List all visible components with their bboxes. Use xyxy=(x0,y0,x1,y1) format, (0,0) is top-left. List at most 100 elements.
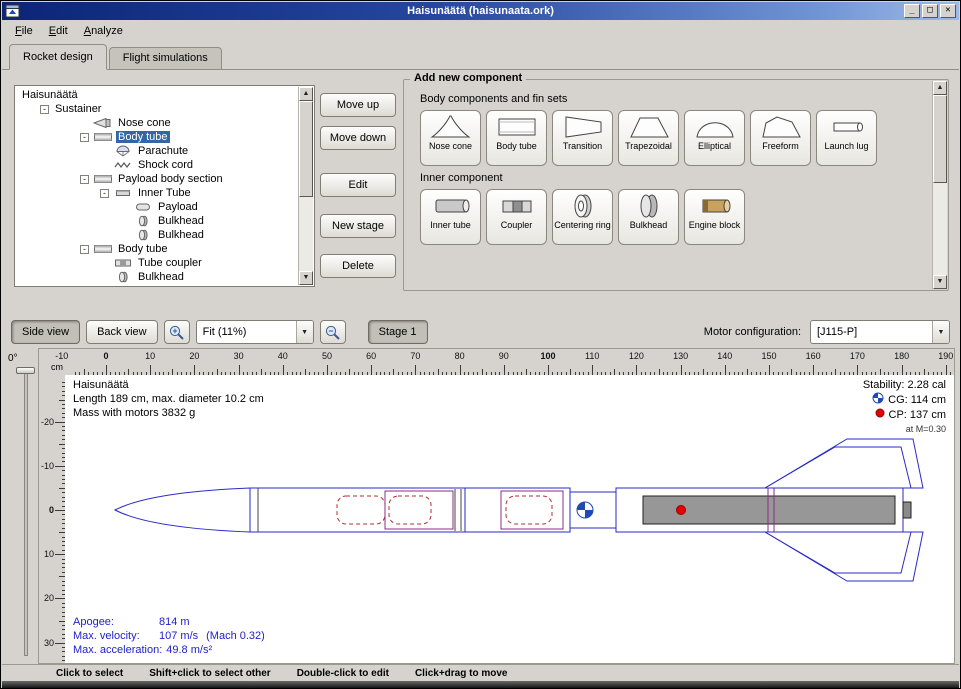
motor-configuration-value: [J115-P] xyxy=(811,326,932,338)
component-tree[interactable]: Haisunäätä-SustainerNose cone-Body tubeP… xyxy=(16,87,298,285)
ruler-tick xyxy=(636,365,637,375)
ruler-label: 20 xyxy=(189,351,199,361)
tree-item-haisun-t-[interactable]: Haisunäätä xyxy=(16,88,298,102)
motor-configuration-select[interactable]: [J115-P] ▼ xyxy=(810,320,950,344)
stage-1-toggle[interactable]: Stage 1 xyxy=(368,320,428,344)
move-down-button[interactable]: Move down xyxy=(320,126,396,150)
move-up-button[interactable]: Move up xyxy=(320,93,396,117)
tree-item-sustainer[interactable]: -Sustainer xyxy=(16,102,298,116)
max-velocity-mach: (Mach 0.32) xyxy=(206,629,265,643)
add-freeform-fin-button[interactable]: Freeform xyxy=(750,110,811,166)
component-label: Nose cone xyxy=(429,141,472,151)
zoom-in-button[interactable] xyxy=(164,320,190,344)
chevron-down-icon[interactable]: ▼ xyxy=(932,321,949,343)
rocket-figure-panel: cm -100102030405060708090100110120130140… xyxy=(38,348,955,664)
add-nose-cone-button[interactable]: Nose cone xyxy=(420,110,481,166)
edit-button[interactable]: Edit xyxy=(320,173,396,197)
scrollbar-thumb[interactable] xyxy=(299,101,313,197)
add-launch-lug-button[interactable]: Launch lug xyxy=(816,110,877,166)
hint-bar: Click to selectShift+click to select oth… xyxy=(2,664,959,681)
window-resize-edge[interactable] xyxy=(2,681,959,688)
tree-item-payload-body-section[interactable]: -Payload body section xyxy=(16,172,298,186)
scroll-up-icon[interactable]: ▲ xyxy=(299,87,313,101)
component-label: Inner tube xyxy=(430,220,471,230)
tree-item-nose-cone[interactable]: Nose cone xyxy=(16,116,298,130)
add-transition-button[interactable]: Transition xyxy=(552,110,613,166)
maximize-button[interactable]: □ xyxy=(922,4,938,18)
tree-item-inner-tube[interactable]: - Inner Tube xyxy=(16,186,298,200)
add-bulkhead-button[interactable]: Bulkhead xyxy=(618,189,679,245)
tree-collapse-icon[interactable]: - xyxy=(80,245,89,254)
ruler-tick xyxy=(55,643,65,644)
add-trapezoidal-fin-button[interactable]: Trapezoidal xyxy=(618,110,679,166)
rotation-slider-handle[interactable] xyxy=(16,367,35,374)
add-body-tube-button[interactable]: Body tube xyxy=(486,110,547,166)
minimize-button[interactable]: _ xyxy=(904,4,920,18)
freeform-fin-icon xyxy=(759,113,803,141)
tree-item-body-tube[interactable]: -Body tube xyxy=(16,242,298,256)
fin-shape-top[interactable] xyxy=(765,439,923,488)
tree-item-label: Inner Tube xyxy=(136,187,193,199)
side-view-button[interactable]: Side view xyxy=(11,320,80,344)
ruler-unit-label: cm xyxy=(51,362,63,372)
zoom-select[interactable]: Fit (11%) ▼ xyxy=(196,320,314,344)
tab-flight-simulations[interactable]: Flight simulations xyxy=(109,47,222,69)
close-button[interactable]: ✕ xyxy=(940,4,956,18)
ruler-label: 80 xyxy=(455,351,465,361)
title-bar[interactable]: Haisunäätä (haisunaata.ork) _ □ ✕ xyxy=(2,2,959,20)
ruler-label: 160 xyxy=(806,351,821,361)
tab-rocket-design[interactable]: Rocket design xyxy=(9,44,107,70)
ruler-tick xyxy=(857,365,858,375)
zoom-out-button[interactable] xyxy=(320,320,346,344)
scroll-down-icon[interactable]: ▼ xyxy=(933,275,947,289)
scroll-up-icon[interactable]: ▲ xyxy=(933,81,947,95)
ruler-label: 60 xyxy=(366,351,376,361)
tree-collapse-icon[interactable]: - xyxy=(40,105,49,114)
nose-cone-shape[interactable] xyxy=(115,488,250,532)
payload-section-shape[interactable] xyxy=(465,488,570,532)
tree-scrollbar[interactable]: ▲ ▼ xyxy=(298,87,313,285)
tree-item-bulkhead[interactable]: Bulkhead xyxy=(16,214,298,228)
add-centering-ring-button[interactable]: Centering ring xyxy=(552,189,613,245)
tree-item-body-tube[interactable]: -Body tube xyxy=(16,130,298,144)
elliptical-fin-icon xyxy=(693,113,737,141)
add-panel-scrollbar[interactable]: ▲ ▼ xyxy=(932,81,947,289)
back-view-button[interactable]: Back view xyxy=(86,320,158,344)
new-stage-button[interactable]: New stage xyxy=(320,214,396,238)
chevron-down-icon[interactable]: ▼ xyxy=(296,321,313,343)
delete-button[interactable]: Delete xyxy=(320,254,396,278)
component-group-label: Body components and fin sets xyxy=(420,93,926,105)
tree-collapse-icon[interactable]: - xyxy=(100,189,109,198)
scroll-down-icon[interactable]: ▼ xyxy=(299,271,313,285)
add-elliptical-fin-button[interactable]: Elliptical xyxy=(684,110,745,166)
ruler-label: -10 xyxy=(55,351,68,361)
menu-item-file[interactable]: File xyxy=(7,22,41,40)
ruler-tick xyxy=(902,365,903,375)
ruler-tick xyxy=(55,554,65,555)
scrollbar-thumb[interactable] xyxy=(933,95,947,183)
tree-item-tube-coupler[interactable]: Tube coupler xyxy=(16,256,298,270)
ruler-tick xyxy=(55,422,65,423)
tree-item-bulkhead[interactable]: Bulkhead xyxy=(16,228,298,242)
tree-item-shock-cord[interactable]: Shock cord xyxy=(16,158,298,172)
tree-collapse-icon[interactable]: - xyxy=(80,133,89,142)
tree-item-label: Parachute xyxy=(136,145,190,157)
menu-item-edit[interactable]: Edit xyxy=(41,22,76,40)
tree-item-bulkhead[interactable]: Bulkhead xyxy=(16,270,298,284)
tree-collapse-icon[interactable]: - xyxy=(80,175,89,184)
add-engine-block-button[interactable]: Engine block xyxy=(684,189,745,245)
tree-item-payload[interactable]: Payload xyxy=(16,200,298,214)
add-coupler-button[interactable]: Coupler xyxy=(486,189,547,245)
body-tube-shape[interactable] xyxy=(250,488,465,532)
bulkhead-icon xyxy=(133,229,153,241)
menu-item-analyze[interactable]: Analyze xyxy=(76,22,131,40)
ruler-tick xyxy=(813,365,814,375)
rotation-slider[interactable] xyxy=(24,370,28,656)
menu-bar: FileEditAnalyze xyxy=(2,20,959,42)
add-inner-tube-button[interactable]: Inner tube xyxy=(420,189,481,245)
fin-shape-bottom[interactable] xyxy=(765,532,923,581)
rocket-view-canvas[interactable]: Haisunäätä Length 189 cm, max. diameter … xyxy=(65,375,954,663)
tree-item-parachute[interactable]: Parachute xyxy=(16,144,298,158)
max-velocity-value: 107 m/s xyxy=(159,629,198,643)
inner-tube-icon xyxy=(113,187,133,199)
